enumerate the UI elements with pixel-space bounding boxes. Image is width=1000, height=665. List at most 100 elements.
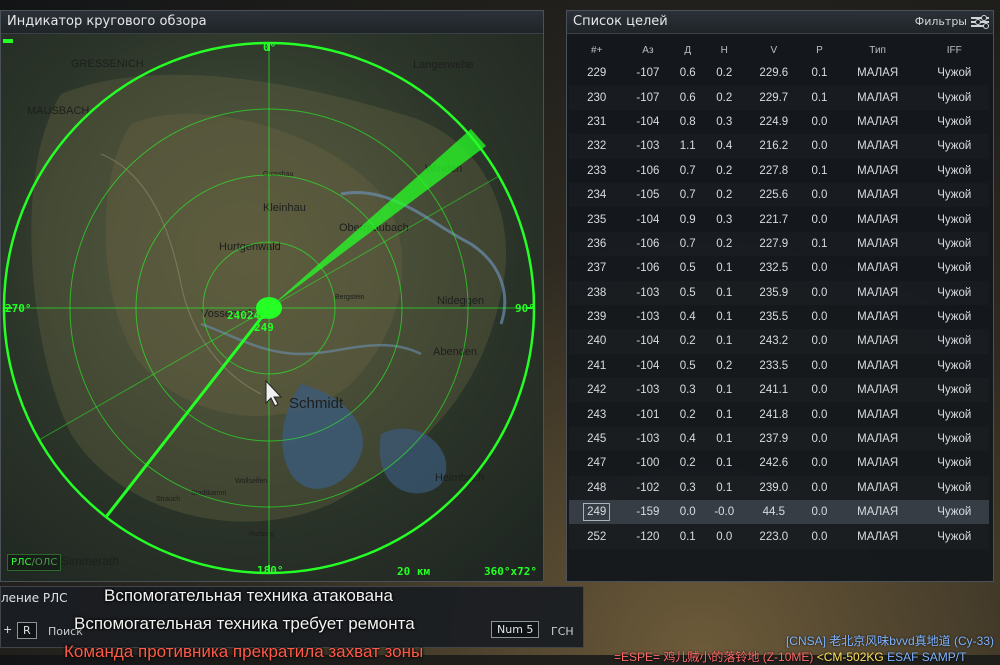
map-label: Bergstein — [335, 294, 365, 301]
table-cell: 0.0 — [811, 359, 828, 372]
table-cell: МАЛАЯ — [857, 67, 899, 80]
map-label: Strauch — [156, 496, 180, 503]
table-cell: Чужой — [937, 408, 972, 421]
table-row[interactable]: 234 -105 0.7 0.2 225.6 0.0 МАЛАЯ Чужой — [569, 183, 989, 207]
table-cell: 0.1 — [716, 457, 733, 470]
table-cell: 248 — [587, 481, 607, 494]
table-cell: 0.1 — [679, 530, 696, 543]
table-row[interactable]: 239 -103 0.4 0.1 235.5 0.0 МАЛАЯ Чужой — [569, 305, 989, 329]
bearing-90: 90° — [515, 302, 535, 315]
bearing-180: 180° — [257, 564, 284, 577]
map-label: Nideggen — [437, 295, 484, 307]
table-cell: -0.0 — [704, 500, 745, 525]
table-cell: 227.8 — [759, 164, 789, 177]
column-header[interactable]: #+ — [569, 39, 624, 61]
table-row[interactable]: 248 -102 0.3 0.1 239.0 0.0 МАЛАЯ Чужой — [569, 476, 989, 500]
table-cell: 0.5 — [679, 262, 696, 275]
table-row[interactable]: 241 -104 0.5 0.2 233.5 0.0 МАЛАЯ Чужой — [569, 354, 989, 378]
table-cell: 245 — [587, 433, 607, 446]
table-cell: 0.4 — [679, 311, 696, 324]
table-row[interactable]: 232 -103 1.1 0.4 216.2 0.0 МАЛАЯ Чужой — [569, 134, 989, 158]
map-label: Hurtgenwald — [219, 241, 281, 253]
table-cell: 233.5 — [759, 359, 789, 372]
table-row[interactable]: 240 -104 0.2 0.1 243.2 0.0 МАЛАЯ Чужой — [569, 329, 989, 353]
notification: Вспомогательная техника требует ремонта — [74, 614, 415, 633]
table-cell: 0.0 — [716, 530, 733, 543]
table-cell: 227.9 — [759, 237, 789, 250]
table-cell: 235 — [587, 213, 607, 226]
table-cell: МАЛАЯ — [857, 262, 899, 275]
table-cell: 0.0 — [811, 262, 828, 275]
column-header[interactable]: Н — [704, 39, 744, 61]
table-cell: 0.0 — [811, 457, 828, 470]
table-cell: 0.0 — [811, 115, 828, 128]
table-cell: 232 — [587, 140, 607, 153]
table-row[interactable]: 233 -106 0.7 0.2 227.8 0.1 МАЛАЯ Чужой — [569, 159, 989, 183]
table-cell: -101 — [636, 408, 660, 421]
table-row[interactable]: 229 -107 0.6 0.2 229.6 0.1 МАЛАЯ Чужой — [569, 61, 989, 85]
sensor-mode-toggle[interactable]: РЛС/ОЛС — [7, 554, 62, 571]
table-cell: 0.6 — [679, 67, 696, 80]
chat-player-name: =ESPE= 鸡儿贼小的落铃地 (Z-10ME) — [614, 650, 814, 664]
table-cell: 0.2 — [716, 164, 733, 177]
table-cell: -120 — [636, 530, 660, 543]
table-row[interactable]: 236 -106 0.7 0.2 227.9 0.1 МАЛАЯ Чужой — [569, 232, 989, 256]
table-cell: 0.9 — [679, 213, 696, 226]
table-cell: 0.2 — [716, 91, 733, 104]
table-cell: 241.8 — [759, 408, 789, 421]
table-cell: 0.2 — [679, 408, 696, 421]
table-cell: 243 — [587, 408, 607, 421]
table-row[interactable]: 243 -101 0.2 0.1 241.8 0.0 МАЛАЯ Чужой — [569, 402, 989, 426]
chat-weapon: <CM-502KG — [816, 650, 884, 664]
column-header[interactable]: V — [744, 39, 803, 61]
table-cell: Чужой — [937, 530, 972, 543]
table-cell: 239 — [587, 311, 607, 324]
hotkey-r[interactable]: R — [17, 622, 37, 639]
table-cell: -104 — [636, 335, 660, 348]
table-cell: Чужой — [937, 91, 972, 104]
table-cell: 229.7 — [759, 91, 789, 104]
table-cell: Чужой — [937, 457, 972, 470]
radar-scope[interactable]: GRESSENICH MAUSBACH Kleinhau Hurtgenwald… — [1, 34, 543, 581]
table-cell: МАЛАЯ — [857, 115, 899, 128]
table-cell: МАЛАЯ — [857, 213, 899, 226]
table-row[interactable]: 230 -107 0.6 0.2 229.7 0.1 МАЛАЯ Чужой — [569, 85, 989, 109]
bearing-270: 270° — [5, 302, 32, 315]
table-cell: 229.6 — [759, 67, 789, 80]
table-cell: 249 — [569, 500, 625, 525]
table-cell: 224.9 — [759, 115, 789, 128]
hotkey-num5[interactable]: Num 5 — [491, 621, 540, 638]
column-header[interactable]: Аз — [624, 39, 671, 61]
column-header[interactable]: Д — [671, 39, 704, 61]
table-cell: МАЛАЯ — [857, 237, 899, 250]
table-cell: МАЛАЯ — [857, 311, 899, 324]
table-row[interactable]: 242 -103 0.3 0.1 241.1 0.0 МАЛАЯ Чужой — [569, 378, 989, 402]
table-cell: 242.6 — [759, 457, 789, 470]
filters-button[interactable]: Фильтры — [915, 11, 989, 33]
table-row[interactable]: 252 -120 0.1 0.0 223.0 0.0 МАЛАЯ Чужой — [569, 524, 989, 548]
table-cell: 237.9 — [759, 433, 789, 446]
table-cell: 0.0 — [671, 500, 705, 525]
table-cell: МАЛАЯ — [857, 408, 899, 421]
table-cell: 0.7 — [679, 164, 696, 177]
column-header[interactable]: Р — [803, 39, 836, 61]
table-row[interactable]: 237 -106 0.5 0.1 232.5 0.0 МАЛАЯ Чужой — [569, 256, 989, 280]
table-row[interactable]: 249 -159 0.0 -0.0 44.5 0.0 МАЛАЯ Чужой — [569, 500, 989, 525]
table-cell: 235.5 — [759, 311, 789, 324]
table-cell: 0.5 — [679, 286, 696, 299]
table-row[interactable]: 231 -104 0.8 0.3 224.9 0.0 МАЛАЯ Чужой — [569, 110, 989, 134]
table-row[interactable]: 245 -103 0.4 0.1 237.9 0.0 МАЛАЯ Чужой — [569, 427, 989, 451]
table-cell: 0.1 — [716, 311, 733, 324]
table-cell: 0.4 — [679, 433, 696, 446]
table-cell: Чужой — [937, 189, 972, 202]
table-cell: МАЛАЯ — [857, 457, 899, 470]
table-cell: 0.0 — [811, 384, 828, 397]
table-cell: 237 — [587, 262, 607, 275]
table-row[interactable]: 235 -104 0.9 0.3 221.7 0.0 МАЛАЯ Чужой — [569, 207, 989, 231]
table-row[interactable]: 238 -103 0.5 0.1 235.9 0.0 МАЛАЯ Чужой — [569, 281, 989, 305]
table-row[interactable]: 247 -100 0.2 0.1 242.6 0.0 МАЛАЯ Чужой — [569, 451, 989, 475]
column-header[interactable]: IFF — [919, 39, 989, 61]
column-header[interactable]: Тип — [836, 39, 920, 61]
radar-window: Индикатор кругового обзора GRESSENICH MA… — [0, 10, 544, 582]
table-cell: -106 — [636, 237, 660, 250]
